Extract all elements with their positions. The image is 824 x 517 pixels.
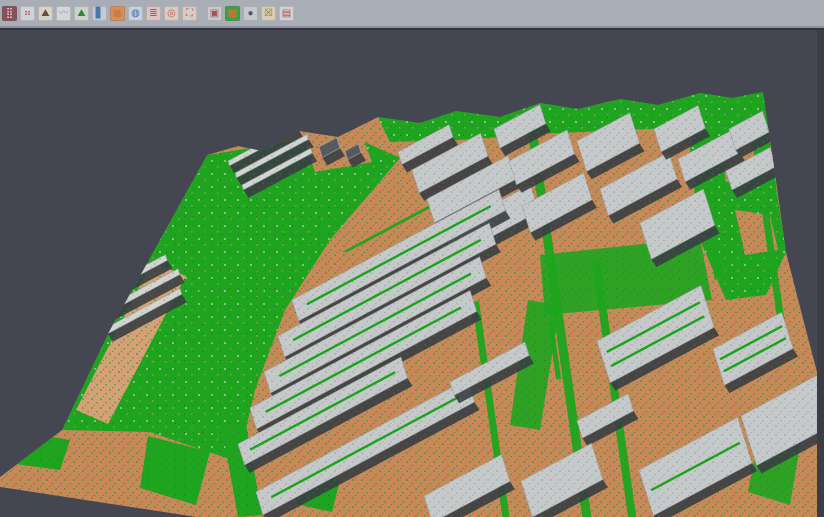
layer-stack-icon[interactable]: ≣ [146, 6, 161, 21]
open-point-cloud-icon[interactable]: ⣿ [2, 6, 17, 21]
contours-icon[interactable]: 〰 [56, 6, 71, 21]
globe-icon[interactable]: ◍ [128, 6, 143, 21]
measure-tool-icon[interactable]: ▤ [279, 6, 294, 21]
dtm-terrain-icon[interactable]: ⛰ [74, 6, 89, 21]
classified-points-icon[interactable]: ⠶ [20, 6, 35, 21]
profile-view-icon[interactable]: ▋ [92, 6, 107, 21]
dsm-terrain-icon[interactable]: ⛰ [38, 6, 53, 21]
crop-region-icon[interactable]: ⛶ [182, 6, 197, 21]
snapshot-icon[interactable]: ▣ [207, 6, 222, 21]
orthophoto-icon[interactable]: ▦ [110, 6, 125, 21]
main-toolbar: ⣿⠶⛰〰⛰▋▦◍≣◎⛶▣▩●☒▤ [0, 0, 824, 28]
viewport-right-edge [817, 28, 824, 517]
render-sphere-icon[interactable]: ● [243, 6, 258, 21]
viewport-canvas[interactable] [0, 0, 824, 517]
clear-selection-icon[interactable]: ☒ [261, 6, 276, 21]
target-circle-icon[interactable]: ◎ [164, 6, 179, 21]
classification-map-icon[interactable]: ▩ [225, 6, 240, 21]
